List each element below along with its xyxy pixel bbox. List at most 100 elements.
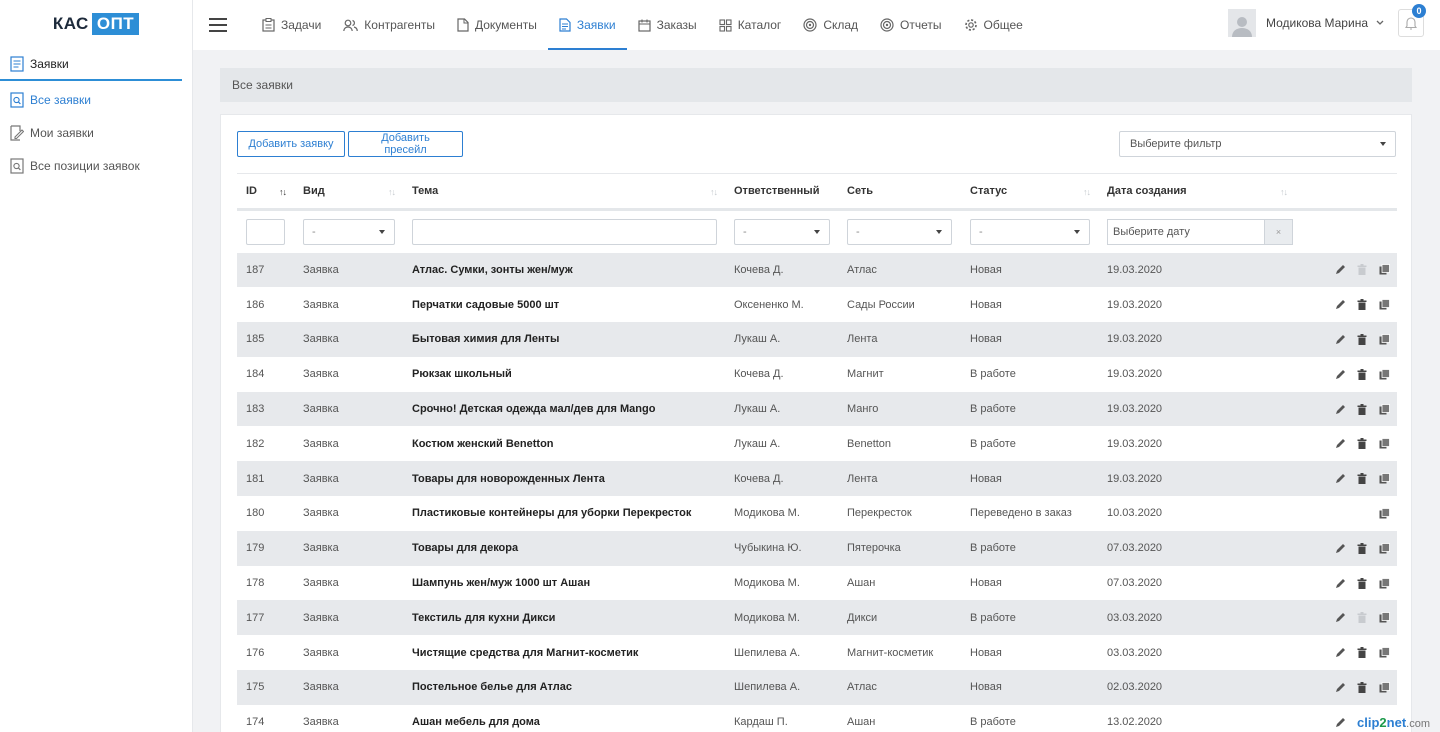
add-presale-button[interactable]: Добавить пресейл bbox=[348, 131, 463, 157]
pencil-icon[interactable] bbox=[1329, 299, 1351, 310]
nav-warehouse[interactable]: Склад bbox=[792, 0, 869, 50]
copy-icon[interactable] bbox=[1373, 577, 1395, 589]
pencil-icon[interactable] bbox=[1329, 334, 1351, 345]
pencil-icon[interactable] bbox=[1329, 612, 1351, 623]
nav-general[interactable]: Общее bbox=[953, 0, 1034, 50]
nav-tasks[interactable]: Задачи bbox=[251, 0, 332, 50]
cell-topic[interactable]: Пластиковые контейнеры для уборки Перекр… bbox=[403, 496, 725, 531]
table-row[interactable]: 183 Заявка Срочно! Детская одежда мал/дев … bbox=[237, 391, 1397, 427]
sidebar-item-all-positions[interactable]: Все позиции заявок bbox=[0, 149, 192, 182]
id-filter-input[interactable] bbox=[246, 218, 285, 245]
nav-reports[interactable]: Отчеты bbox=[869, 0, 952, 50]
pencil-icon[interactable] bbox=[1329, 578, 1351, 589]
trash-icon[interactable] bbox=[1351, 681, 1373, 693]
column-header-network[interactable]: Сеть bbox=[838, 173, 961, 211]
table-row[interactable]: 186 Заявка Перчатки садовые 5000 шт Оксенен… bbox=[237, 287, 1397, 322]
copy-icon[interactable] bbox=[1373, 612, 1395, 623]
nav-orders[interactable]: Заказы bbox=[627, 0, 708, 50]
trash-icon[interactable] bbox=[1351, 473, 1373, 485]
owner-filter-select[interactable]: - bbox=[734, 218, 830, 245]
filter-select[interactable]: Выберите фильтр bbox=[1119, 131, 1396, 157]
table-row[interactable]: 182 Заявка Костюм женский Benetton Лукаш А.… bbox=[237, 426, 1397, 461]
copy-icon[interactable] bbox=[1373, 542, 1395, 554]
trash-icon[interactable] bbox=[1351, 299, 1373, 311]
cell-topic[interactable]: Товары для новорожденных Лента bbox=[403, 461, 725, 497]
notifications-button[interactable]: 0 bbox=[1398, 4, 1426, 37]
nav-documents[interactable]: Документы bbox=[446, 0, 548, 50]
nav-requests[interactable]: Заявки bbox=[547, 0, 627, 50]
nav-contractors[interactable]: Контрагенты bbox=[332, 0, 446, 50]
column-header-topic[interactable]: Тема ↑↓ bbox=[403, 173, 725, 211]
nav-catalog[interactable]: Каталог bbox=[708, 0, 793, 50]
date-filter-input[interactable]: Выберите дату bbox=[1107, 218, 1265, 245]
column-header-type[interactable]: Вид ↑↓ bbox=[294, 173, 403, 211]
sidebar-section-requests[interactable]: Заявки bbox=[0, 48, 182, 81]
sidebar-item-all-requests[interactable]: Все заявки bbox=[0, 83, 192, 116]
cell-topic[interactable]: Перчатки садовые 5000 шт bbox=[403, 287, 725, 322]
table-row[interactable]: 175 Заявка Постельное белье для Атлас Шепил… bbox=[237, 670, 1397, 705]
table-row[interactable]: 185 Заявка Бытовая химия для Ленты Лукаш А.… bbox=[237, 322, 1397, 357]
table-row[interactable]: 174 Заявка Ашан мебель для дома Кардаш П. Аш… bbox=[237, 705, 1397, 732]
cell-topic[interactable]: Товары для декора bbox=[403, 530, 725, 566]
trash-icon[interactable] bbox=[1351, 403, 1373, 415]
pencil-icon[interactable] bbox=[1329, 404, 1351, 415]
date-clear-button[interactable]: × bbox=[1265, 218, 1293, 245]
column-header-id[interactable]: ID ↑↓ bbox=[237, 173, 294, 211]
table-row[interactable]: 180 Заявка Пластиковые контейнеры для убор… bbox=[237, 496, 1397, 531]
table-row[interactable]: 176 Заявка Чистящие средства для Магнит-ко… bbox=[237, 635, 1397, 670]
table-row[interactable]: 179 Заявка Товары для декора Чубыкина Ю. Пят… bbox=[237, 530, 1397, 566]
cell-topic[interactable]: Шампунь жен/муж 1000 шт Ашан bbox=[403, 566, 725, 601]
copy-icon[interactable] bbox=[1373, 508, 1395, 519]
copy-icon[interactable] bbox=[1373, 438, 1395, 449]
logo[interactable]: КАС ОПТ bbox=[0, 0, 192, 48]
topic-filter-input[interactable] bbox=[412, 218, 717, 245]
pencil-icon[interactable] bbox=[1329, 647, 1351, 658]
table-row[interactable]: 181 Заявка Товары для новорожденных Лента К… bbox=[237, 461, 1397, 497]
trash-icon[interactable] bbox=[1351, 368, 1373, 380]
copy-icon[interactable] bbox=[1373, 682, 1395, 693]
pencil-icon[interactable] bbox=[1329, 543, 1351, 554]
copy-icon[interactable] bbox=[1373, 334, 1395, 345]
copy-icon[interactable] bbox=[1373, 368, 1395, 380]
cell-topic[interactable]: Атлас. Сумки, зонты жен/муж bbox=[403, 252, 725, 288]
pencil-icon[interactable] bbox=[1329, 717, 1351, 728]
cell-topic[interactable]: Рюкзак школьный bbox=[403, 357, 725, 392]
column-header-date[interactable]: Дата создания ↑↓ bbox=[1098, 173, 1295, 211]
trash-icon[interactable] bbox=[1351, 647, 1373, 659]
pencil-icon[interactable] bbox=[1329, 473, 1351, 484]
cell-topic[interactable]: Текстиль для кухни Дикси bbox=[403, 600, 725, 636]
add-request-button[interactable]: Добавить заявку bbox=[237, 131, 345, 157]
cell-topic[interactable]: Бытовая химия для Ленты bbox=[403, 322, 725, 357]
pencil-icon[interactable] bbox=[1329, 682, 1351, 693]
user-menu[interactable]: Модикова Марина 0 bbox=[1227, 4, 1426, 37]
copy-icon[interactable] bbox=[1373, 473, 1395, 484]
network-filter-select[interactable]: - bbox=[847, 218, 952, 245]
cell-topic[interactable]: Постельное белье для Атлас bbox=[403, 670, 725, 705]
cell-topic[interactable]: Костюм женский Benetton bbox=[403, 426, 725, 461]
column-header-owner[interactable]: Ответственный bbox=[725, 173, 838, 211]
trash-icon[interactable] bbox=[1351, 333, 1373, 345]
pencil-icon[interactable] bbox=[1329, 264, 1351, 275]
pencil-icon[interactable] bbox=[1329, 369, 1351, 380]
copy-icon[interactable] bbox=[1373, 264, 1395, 275]
menu-toggle-icon[interactable] bbox=[209, 18, 227, 32]
table-row[interactable]: 177 Заявка Текстиль для кухни Дикси Модиков… bbox=[237, 600, 1397, 636]
status-filter-select[interactable]: - bbox=[970, 218, 1090, 245]
cell-actions bbox=[1295, 461, 1397, 497]
table-row[interactable]: 187 Заявка Атлас. Сумки, зонты жен/муж Коче… bbox=[237, 252, 1397, 288]
trash-icon[interactable] bbox=[1351, 577, 1373, 589]
copy-icon[interactable] bbox=[1373, 403, 1395, 415]
cell-topic[interactable]: Ашан мебель для дома bbox=[403, 705, 725, 732]
cell-topic[interactable]: Чистящие средства для Магнит-косметик bbox=[403, 635, 725, 670]
copy-icon[interactable] bbox=[1373, 299, 1395, 310]
cell-topic[interactable]: Срочно! Детская одежда мал/дев для Mango bbox=[403, 391, 725, 427]
type-filter-select[interactable]: - bbox=[303, 218, 395, 245]
table-row[interactable]: 178 Заявка Шампунь жен/муж 1000 шт Ашан Мод… bbox=[237, 566, 1397, 601]
column-header-status[interactable]: Статус ↑↓ bbox=[961, 173, 1098, 211]
table-row[interactable]: 184 Заявка Рюкзак школьный Кочева Д. Магнит В… bbox=[237, 357, 1397, 392]
pencil-icon[interactable] bbox=[1329, 438, 1351, 449]
sidebar-item-my-requests[interactable]: Мои заявки bbox=[0, 116, 192, 149]
trash-icon[interactable] bbox=[1351, 438, 1373, 450]
copy-icon[interactable] bbox=[1373, 647, 1395, 658]
trash-icon[interactable] bbox=[1351, 542, 1373, 554]
